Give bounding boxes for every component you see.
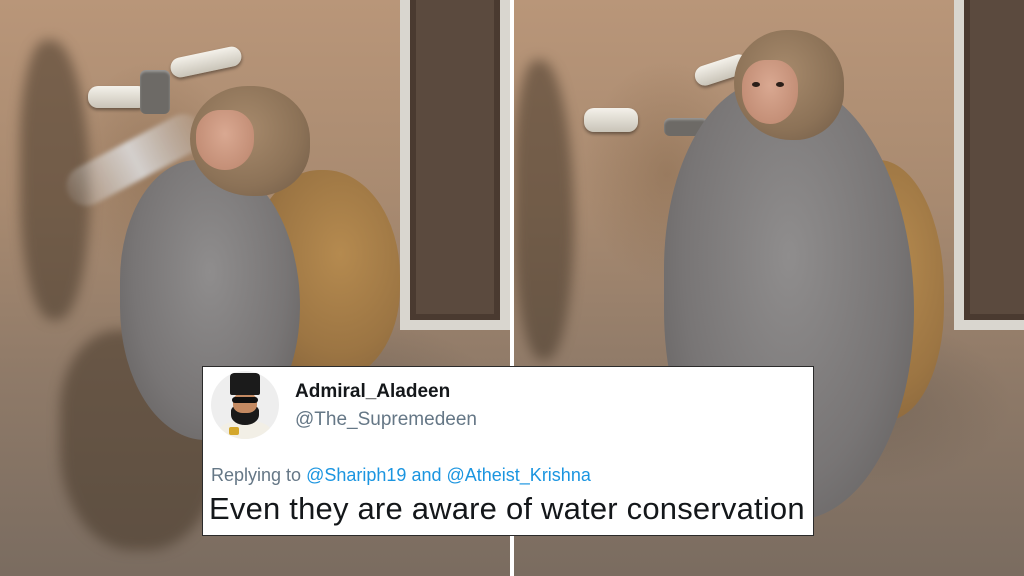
monkey-face xyxy=(742,60,798,124)
replying-to-label: Replying to xyxy=(211,465,302,485)
display-name[interactable]: Admiral_Aladeen xyxy=(295,381,450,403)
tweet-card: Admiral_Aladeen @The_Supremedeen Replyin… xyxy=(202,366,814,536)
doorway xyxy=(400,0,510,330)
tweet-text: Even they are aware of water conservatio… xyxy=(209,491,805,526)
avatar-hat xyxy=(230,373,260,395)
doorway xyxy=(954,0,1024,330)
mention-link[interactable]: @Atheist_Krishna xyxy=(447,465,591,485)
sunglasses-icon xyxy=(232,397,258,403)
avatar[interactable] xyxy=(211,371,279,439)
monkey-eye xyxy=(752,82,760,87)
replying-to-line: Replying to @Shariph19 and @Atheist_Kris… xyxy=(211,465,591,486)
monkey-face xyxy=(196,110,254,170)
tap xyxy=(140,70,170,114)
water-pipe xyxy=(88,86,148,108)
avatar-medal xyxy=(229,427,239,435)
avatar-face xyxy=(233,393,257,413)
mention-link[interactable]: @Shariph19 xyxy=(306,465,406,485)
monkey-eye xyxy=(776,82,784,87)
user-handle[interactable]: @The_Supremedeen xyxy=(295,409,477,431)
water-pipe xyxy=(584,108,638,132)
mention-joiner: and xyxy=(411,465,442,485)
